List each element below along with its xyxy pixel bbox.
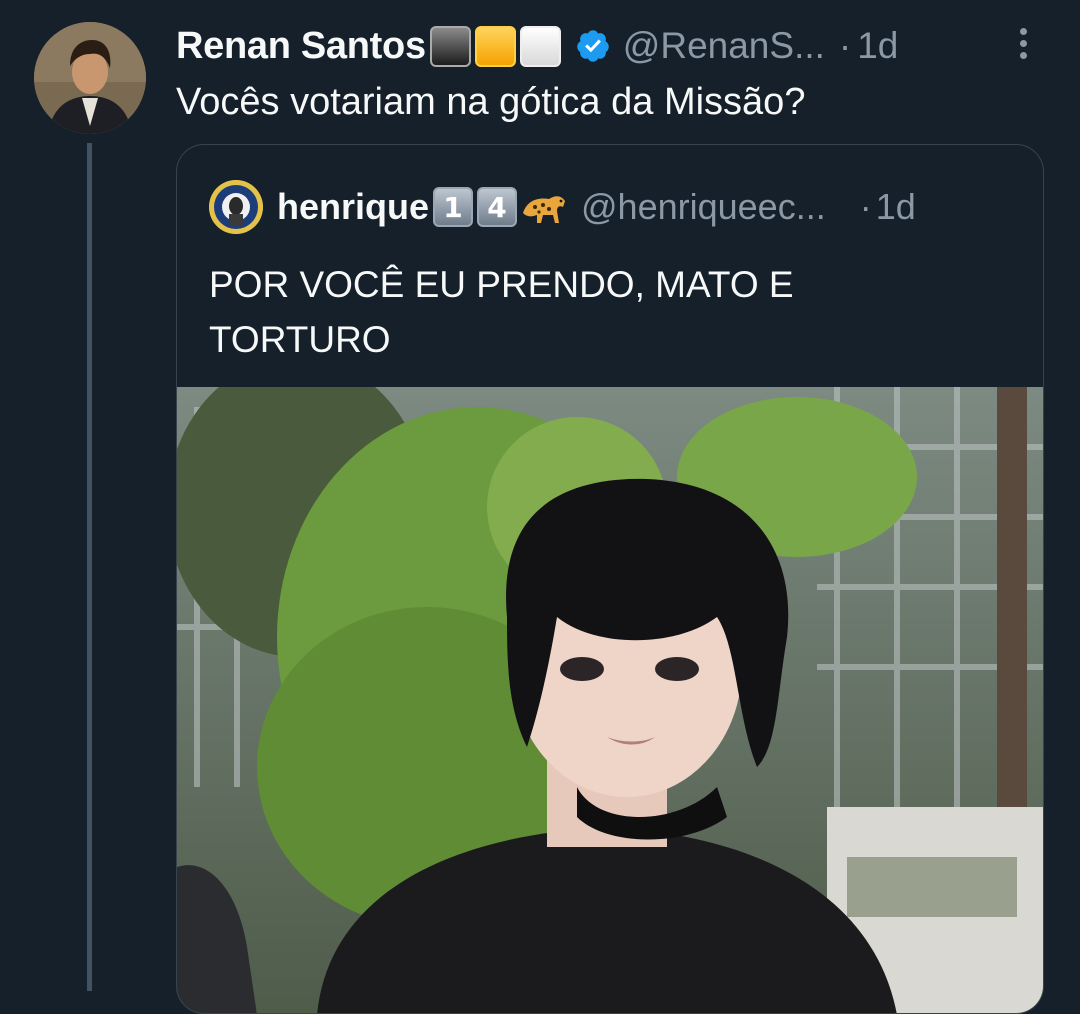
quoted-author-handle[interactable]: @henriqueec...	[581, 186, 826, 228]
separator-dot: ·	[838, 25, 852, 66]
tweet-text: Vocês votariam na gótica da Missão?	[176, 81, 806, 123]
thread-connector-line	[87, 143, 92, 991]
quoted-tweet-card[interactable]: henrique 1 4 @henriqueec... · 1d POR VOC…	[176, 144, 1044, 1014]
verified-badge-icon[interactable]	[575, 28, 611, 64]
author-name[interactable]: Renan Santos	[176, 25, 426, 68]
quoted-tweet-timestamp[interactable]: 1d	[876, 186, 916, 228]
more-options-icon[interactable]	[1011, 28, 1035, 64]
keycap-four-icon: 4	[477, 187, 518, 227]
quoted-tweet-photo[interactable]	[177, 357, 1043, 1013]
black-square-icon	[429, 25, 471, 67]
yellow-square-icon	[474, 25, 516, 67]
keycap-one-icon: 1	[433, 187, 474, 227]
white-square-icon	[519, 25, 561, 67]
quoted-tweet-text: POR VOCÊ EU PRENDO, MATO E TORTURO	[209, 264, 794, 360]
quoted-tweet-header: henrique 1 4 @henriqueec... · 1d	[209, 179, 916, 235]
leopard-icon	[523, 196, 566, 223]
tweet-timestamp[interactable]: 1d	[857, 25, 898, 67]
quoted-author-avatar[interactable]	[209, 180, 263, 234]
name-emoji-squares	[429, 25, 561, 67]
quoted-author-name[interactable]: henrique	[277, 186, 429, 228]
quoted-separator-dot: ·	[859, 186, 872, 227]
tweet-header: Renan Santos @RenanS... · 1d	[176, 20, 1056, 72]
author-avatar[interactable]	[34, 22, 146, 134]
author-handle[interactable]: @RenanS...	[623, 25, 825, 67]
